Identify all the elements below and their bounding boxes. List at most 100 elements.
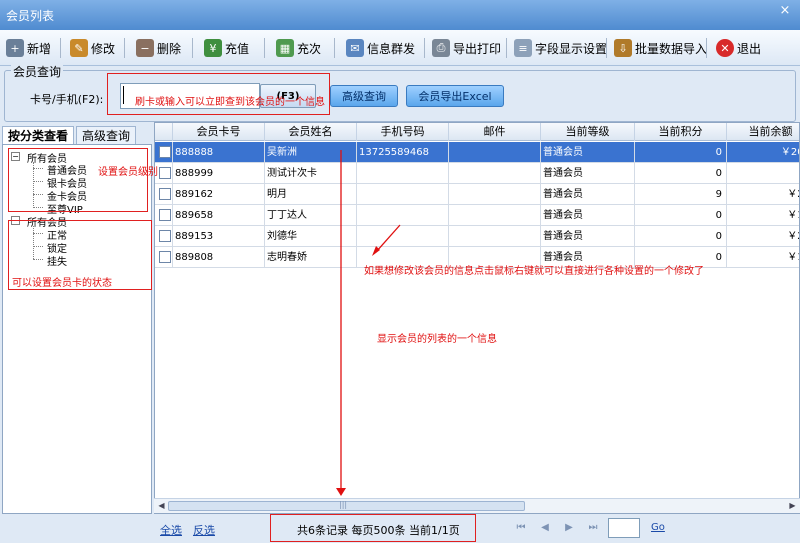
tab-advanced-query[interactable]: 高级查询	[76, 126, 136, 144]
table-row[interactable]: 888999测试计次卡 普通会员0￥	[155, 163, 799, 184]
card-phone-label: 卡号/手机(F2):	[30, 93, 104, 106]
add-button[interactable]: + 新增	[6, 36, 51, 60]
header-balance[interactable]: 当前余额	[727, 123, 799, 141]
row-checkbox[interactable]	[159, 209, 171, 221]
cell-name: 丁丁达人	[265, 205, 357, 226]
toolbar-divider	[424, 38, 425, 58]
page-number-input[interactable]	[608, 518, 640, 538]
money-icon: ¥	[204, 39, 222, 57]
header-points[interactable]: 当前积分	[635, 123, 727, 141]
select-all-link[interactable]: 全选	[160, 522, 182, 538]
export-excel-button[interactable]: 会员导出Excel	[406, 85, 504, 107]
cell-card-no: 889162	[173, 184, 265, 205]
row-checkbox[interactable]	[159, 188, 171, 200]
header-email[interactable]: 邮件	[449, 123, 541, 141]
exit-button[interactable]: ✕ 退出	[716, 36, 761, 60]
toolbar-divider	[60, 38, 61, 58]
export-print-button[interactable]: ⎙ 导出打印	[432, 36, 501, 60]
next-page-icon[interactable]: ▶	[562, 521, 576, 535]
last-page-icon[interactable]: ⏭	[586, 521, 600, 535]
export-print-label: 导出打印	[453, 41, 502, 56]
edit-button-label: 修改	[91, 41, 116, 56]
recharge-times-button[interactable]: ▦ 充次	[276, 36, 321, 60]
cell-balance: ￥12	[727, 247, 799, 268]
close-icon[interactable]: ×	[776, 3, 794, 19]
cell-phone	[357, 163, 449, 184]
toolbar-divider	[192, 38, 193, 58]
cell-card-no: 889153	[173, 226, 265, 247]
header-card-no[interactable]: 会员卡号	[173, 123, 265, 141]
previous-page-icon[interactable]: ◀	[538, 521, 552, 535]
first-page-icon[interactable]: ⏮	[514, 521, 528, 535]
scroll-right-icon[interactable]: ▶	[786, 500, 799, 512]
cell-points: 0	[635, 142, 727, 163]
cell-email	[449, 184, 541, 205]
invert-selection-link[interactable]: 反选	[193, 522, 215, 538]
cell-balance: ￥20	[727, 184, 799, 205]
annotation-level-hint: 设置会员级别	[98, 167, 158, 178]
document-settings-icon: ≡	[514, 39, 532, 57]
title-bar: 会员列表 ×	[0, 0, 800, 30]
recharge-button[interactable]: ¥ 充值	[204, 36, 249, 60]
export-excel-label: 会员导出Excel	[418, 90, 492, 103]
add-button-label: 新增	[27, 41, 52, 56]
tab-category[interactable]: 按分类查看	[2, 126, 74, 144]
header-name[interactable]: 会员姓名	[265, 123, 357, 141]
exit-icon: ✕	[716, 39, 734, 57]
edit-button[interactable]: ✎ 修改	[70, 36, 115, 60]
database-delete-icon: −	[136, 39, 154, 57]
toolbar-divider	[264, 38, 265, 58]
envelope-icon: ✉	[346, 39, 364, 57]
delete-button-label: 删除	[157, 41, 182, 56]
scroll-left-icon[interactable]: ◀	[155, 500, 168, 512]
exit-button-label: 退出	[737, 41, 762, 56]
table-row[interactable]: 889658丁丁达人 普通会员0￥12	[155, 205, 799, 226]
annotation-list-hint: 显示会员的列表的一个信息	[377, 334, 497, 345]
go-link[interactable]: Go	[651, 522, 665, 533]
cell-points: 9	[635, 184, 727, 205]
scroll-thumb[interactable]: |||	[168, 500, 525, 511]
database-add-icon: +	[6, 39, 24, 57]
cell-level: 普通会员	[541, 163, 635, 184]
member-query-title: 会员查询	[11, 63, 64, 80]
annotation-status-hint: 可以设置会员卡的状态	[12, 278, 112, 289]
cell-balance: ￥204	[727, 142, 799, 163]
advanced-query-button[interactable]: 高级查询	[330, 85, 398, 107]
delete-button[interactable]: − 删除	[136, 36, 181, 60]
table-row[interactable]: 888888吴新洲13725589468 普通会员0￥204	[155, 142, 799, 163]
group-message-button[interactable]: ✉ 信息群发	[346, 36, 415, 60]
table-row[interactable]: 889153刘德华 普通会员0￥28	[155, 226, 799, 247]
batch-import-button[interactable]: ⇩ 批量数据导入	[614, 36, 707, 60]
toolbar-divider	[506, 38, 507, 58]
table-row[interactable]: 889162明月 普通会员9￥20	[155, 184, 799, 205]
horizontal-scrollbar[interactable]: ◀ ||| ▶	[154, 498, 800, 513]
cell-phone	[357, 226, 449, 247]
cell-email	[449, 142, 541, 163]
window-title: 会员列表	[6, 9, 55, 23]
cell-level: 普通会员	[541, 205, 635, 226]
header-phone[interactable]: 手机号码	[357, 123, 449, 141]
advanced-query-label: 高级查询	[342, 90, 386, 103]
header-checkbox-column	[155, 123, 173, 141]
cell-name: 刘德华	[265, 226, 357, 247]
cell-points: 0	[635, 226, 727, 247]
import-icon: ⇩	[614, 39, 632, 57]
toolbar-divider	[124, 38, 125, 58]
row-checkbox[interactable]	[159, 146, 171, 158]
row-checkbox[interactable]	[159, 251, 171, 263]
row-checkbox[interactable]	[159, 230, 171, 242]
toolbar-divider	[706, 38, 707, 58]
member-grid: 会员卡号 会员姓名 手机号码 邮件 当前等级 当前积分 当前余额 888888 吴…	[154, 122, 800, 514]
cell-name: 吴新洲	[265, 142, 357, 163]
cell-email	[449, 205, 541, 226]
recharge-times-label: 充次	[297, 41, 322, 56]
annotation-box-records	[270, 514, 476, 542]
field-settings-button[interactable]: ≡ 字段显示设置	[514, 36, 607, 60]
row-checkbox[interactable]	[159, 167, 171, 179]
batch-import-label: 批量数据导入	[635, 41, 708, 56]
cell-card-no: 888999	[173, 163, 265, 184]
printer-icon: ⎙	[432, 39, 450, 57]
recharge-button-label: 充值	[225, 41, 250, 56]
annotation-edit-hint: 如果想修改该会员的信息点击鼠标右键就可以直接进行各种设置的一个修改了	[364, 266, 704, 277]
header-level[interactable]: 当前等级	[541, 123, 635, 141]
